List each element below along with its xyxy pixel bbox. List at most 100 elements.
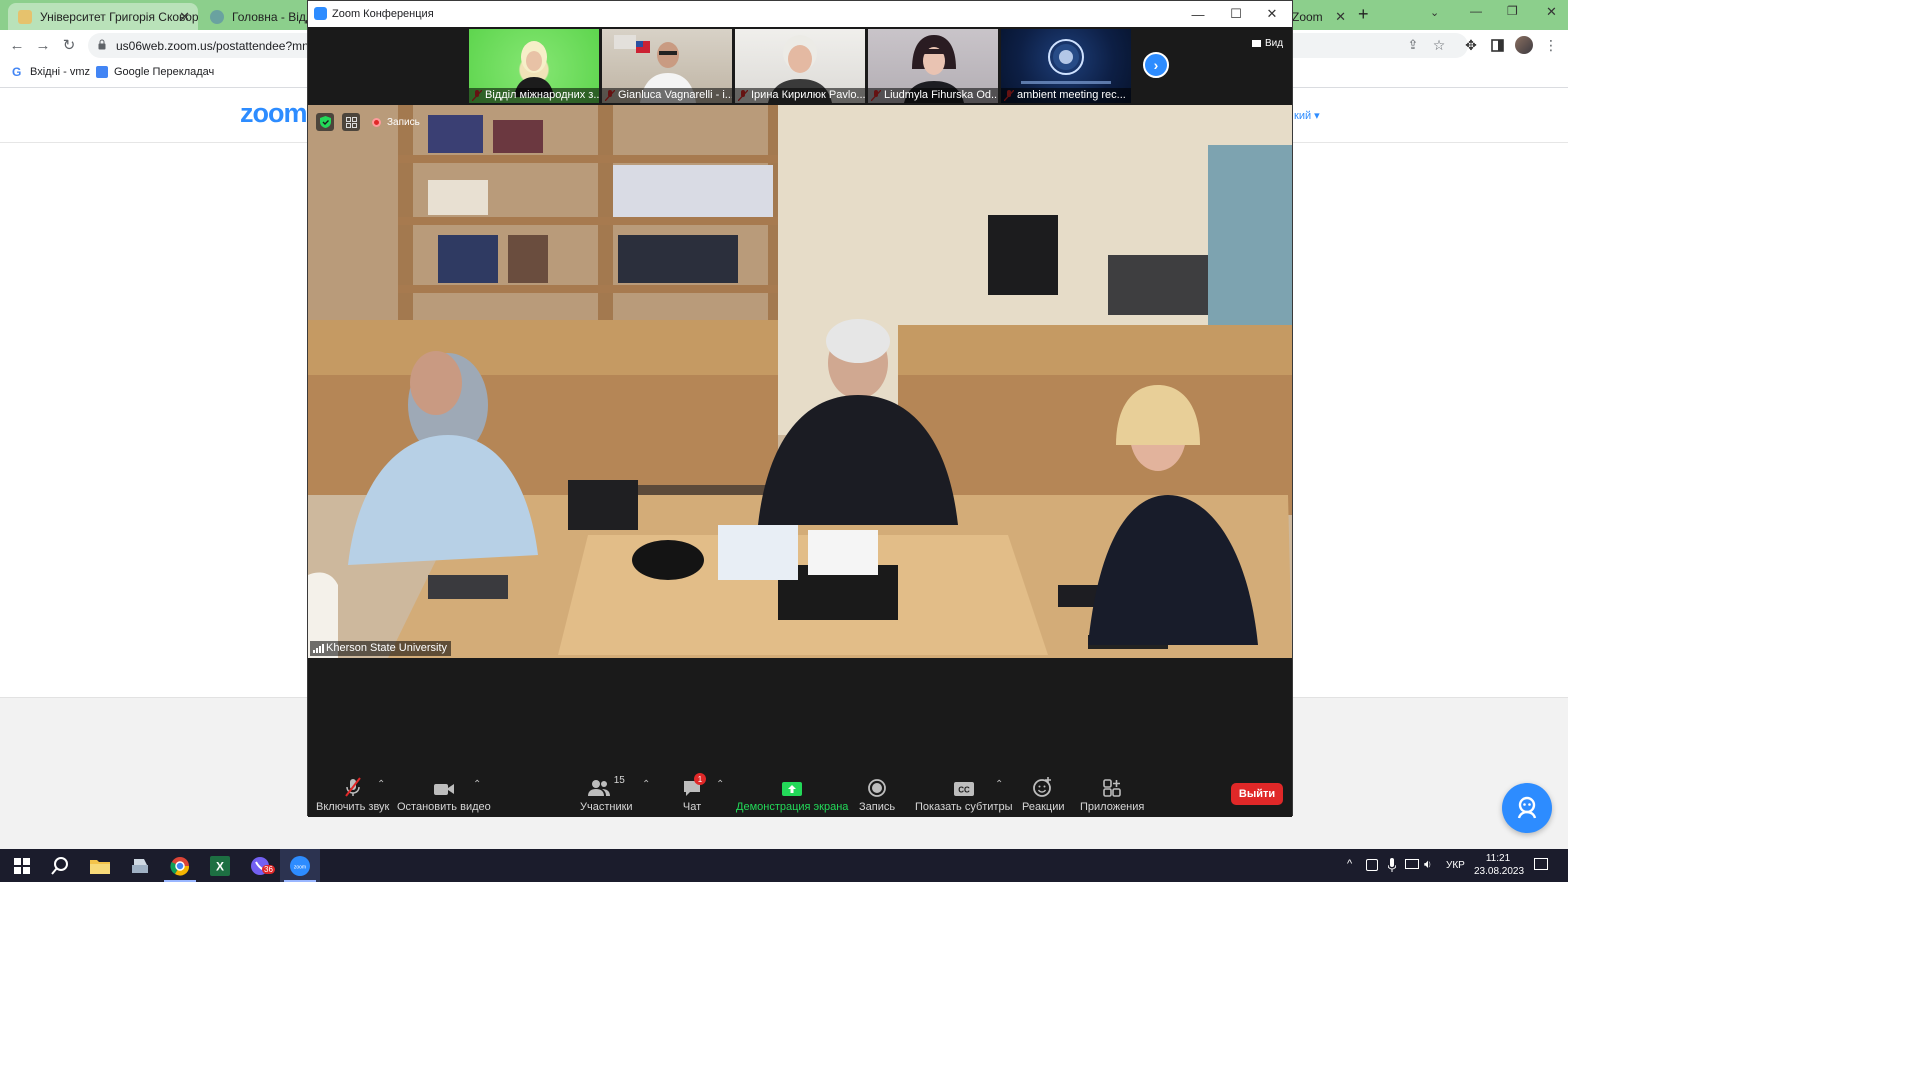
apps-label: Приложения [1080, 801, 1145, 813]
next-page-button[interactable]: › [1143, 52, 1169, 78]
participant-thumbnail[interactable]: Gianluca Vagnarelli - i... [602, 29, 732, 103]
tray-network-device-icon[interactable] [1366, 859, 1378, 871]
captions-chevron-icon[interactable]: ⌃ [995, 779, 1003, 790]
signal-strength-icon [313, 644, 324, 653]
close-tab-icon[interactable]: ✕ [179, 9, 190, 25]
windows-taskbar: X 36 zoom ^ 🔉︎ УКР 11:21 23.08.2023 [0, 849, 1568, 882]
grid-view-icon [1252, 40, 1261, 47]
start-windows-icon[interactable] [2, 849, 42, 882]
language-selector[interactable]: кий ▾ [1294, 109, 1320, 122]
bookmark-translate[interactable]: Google Перекладач [96, 66, 214, 78]
viber-badge: 36 [262, 865, 275, 874]
participants-button[interactable]: 15 Участники [580, 775, 633, 815]
unmute-label: Включить звук [316, 801, 390, 813]
participant-name: ambient meeting rec... [1001, 88, 1131, 103]
participant-thumbnail[interactable]: Liudmyla Fihurska Od... [868, 29, 998, 103]
site-favicon-icon [210, 9, 224, 24]
participant-thumbnail[interactable]: Відділ міжнародних з... [469, 29, 599, 103]
active-speaker-video: Запись Kherson State University [308, 105, 1292, 658]
notifications-icon[interactable] [1534, 858, 1548, 870]
gallery-layout-icon[interactable] [342, 113, 360, 131]
participant-thumbnail[interactable]: ambient meeting rec... [1001, 29, 1131, 103]
leave-meeting-button[interactable]: Выйти [1231, 783, 1283, 805]
zoom-titlebar: Zoom Конференция — ☐ ✕ [308, 1, 1292, 27]
viber-icon[interactable]: 36 [240, 849, 280, 882]
active-speaker-name: Kherson State University [310, 641, 452, 656]
chat-bubble-icon: 1 [682, 773, 706, 797]
zoom-window-title: Zoom Конференция [332, 8, 434, 20]
record-icon [868, 775, 886, 797]
browser-restore-icon[interactable]: ❐ [1507, 4, 1518, 18]
zoom-meeting-window: Zoom Конференция — ☐ ✕ Відділ міжнародни… [307, 0, 1293, 817]
bookmark-star-icon[interactable]: ☆ [1428, 34, 1450, 56]
share-screen-button[interactable]: Демонстрация экрана [736, 775, 848, 815]
tray-clock[interactable]: 11:21 23.08.2023 [1474, 852, 1525, 878]
zoom-logo[interactable]: zoom [240, 98, 307, 129]
captions-label: Показать субтитры [915, 801, 1013, 813]
profile-avatar[interactable] [1513, 34, 1535, 56]
browser-tab-home[interactable]: Головна - Відділ м [200, 3, 308, 30]
forward-icon[interactable]: → [32, 34, 54, 56]
speaker-name-label: Kherson State University [326, 642, 448, 654]
chat-label: Чат [682, 801, 702, 813]
participants-chevron-icon[interactable]: ⌃ [642, 779, 650, 790]
chatbot-icon [1517, 796, 1537, 819]
tray-microphone-icon[interactable] [1387, 858, 1397, 877]
participant-thumbnail[interactable]: Ірина Кирилюк Pavlo... [735, 29, 865, 103]
video-options-chevron-icon[interactable]: ⌃ [473, 779, 481, 790]
recording-indicator[interactable]: Запись [368, 113, 424, 131]
record-button[interactable]: Запись [859, 775, 895, 815]
back-icon[interactable]: ← [6, 34, 28, 56]
tray-network-icon[interactable] [1405, 859, 1419, 869]
browser-minimize-icon[interactable]: — [1470, 4, 1482, 18]
zoom-taskbar-icon[interactable]: zoom [280, 849, 320, 882]
tray-language[interactable]: УКР [1446, 860, 1465, 871]
excel-icon[interactable]: X [200, 849, 240, 882]
browser-close-icon[interactable]: ✕ [1546, 4, 1557, 20]
clock-time: 11:21 [1485, 853, 1511, 864]
reactions-button[interactable]: Реакции [1022, 775, 1065, 815]
tab-search-chevron-icon[interactable]: ⌄ [1430, 6, 1439, 19]
help-chat-button[interactable] [1502, 783, 1552, 833]
participants-count: 15 [613, 775, 625, 786]
chat-unread-badge: 1 [694, 773, 706, 785]
view-button[interactable]: Вид [1252, 38, 1283, 49]
search-icon[interactable] [40, 849, 80, 882]
browser-menu-icon[interactable]: ⋮ [1540, 34, 1562, 56]
share-icon[interactable]: ⇪ [1402, 34, 1424, 56]
participant-name: Ірина Кирилюк Pavlo... [735, 88, 865, 103]
chat-chevron-icon[interactable]: ⌃ [716, 779, 724, 790]
window-close-icon[interactable]: ✕ [1254, 3, 1290, 25]
close-tab-icon[interactable]: ✕ [1335, 9, 1346, 25]
audio-options-chevron-icon[interactable]: ⌃ [377, 779, 385, 790]
translate-icon [96, 66, 108, 78]
apps-button[interactable]: Приложения [1080, 775, 1144, 815]
side-panel-icon[interactable] [1486, 34, 1508, 56]
extensions-icon[interactable]: ✥ [1460, 34, 1482, 56]
bookmark-inbox[interactable]: G Вхідні - vmz [12, 66, 90, 78]
participant-name: Відділ міжнародних з... [469, 88, 599, 103]
tray-chevron-icon[interactable]: ^ [1347, 858, 1352, 870]
window-minimize-icon[interactable]: — [1180, 3, 1216, 25]
reload-icon[interactable]: ↻ [58, 34, 80, 56]
share-screen-icon [782, 775, 803, 797]
new-tab-button[interactable]: + [1358, 4, 1369, 25]
university-favicon-icon [18, 9, 32, 24]
security-shield-icon[interactable] [316, 113, 334, 131]
muted-microphone-icon [343, 775, 363, 797]
chat-button[interactable]: 1 Чат [682, 773, 706, 815]
google-icon: G [12, 65, 22, 79]
stop-video-label: Остановить видео [397, 801, 491, 813]
window-maximize-icon[interactable]: ☐ [1218, 3, 1254, 25]
participants-icon: 15 [587, 775, 625, 797]
browser-tab-zoom[interactable]: Zoom ✕ [1288, 3, 1348, 30]
printer-app-icon[interactable] [120, 849, 160, 882]
chrome-icon[interactable] [160, 849, 200, 882]
recording-dot-icon [372, 117, 381, 127]
participant-gallery: Відділ міжнародних з... Gianluca Vagnare… [308, 27, 1292, 105]
browser-tab-university[interactable]: Університет Григорія Сковороди ✕ [8, 3, 198, 30]
file-explorer-icon[interactable] [80, 849, 120, 882]
tray-volume-icon[interactable]: 🔉︎ [1424, 857, 1432, 872]
browser-tab-label: Zoom [1292, 9, 1323, 24]
clock-date: 23.08.2023 [1474, 866, 1525, 877]
